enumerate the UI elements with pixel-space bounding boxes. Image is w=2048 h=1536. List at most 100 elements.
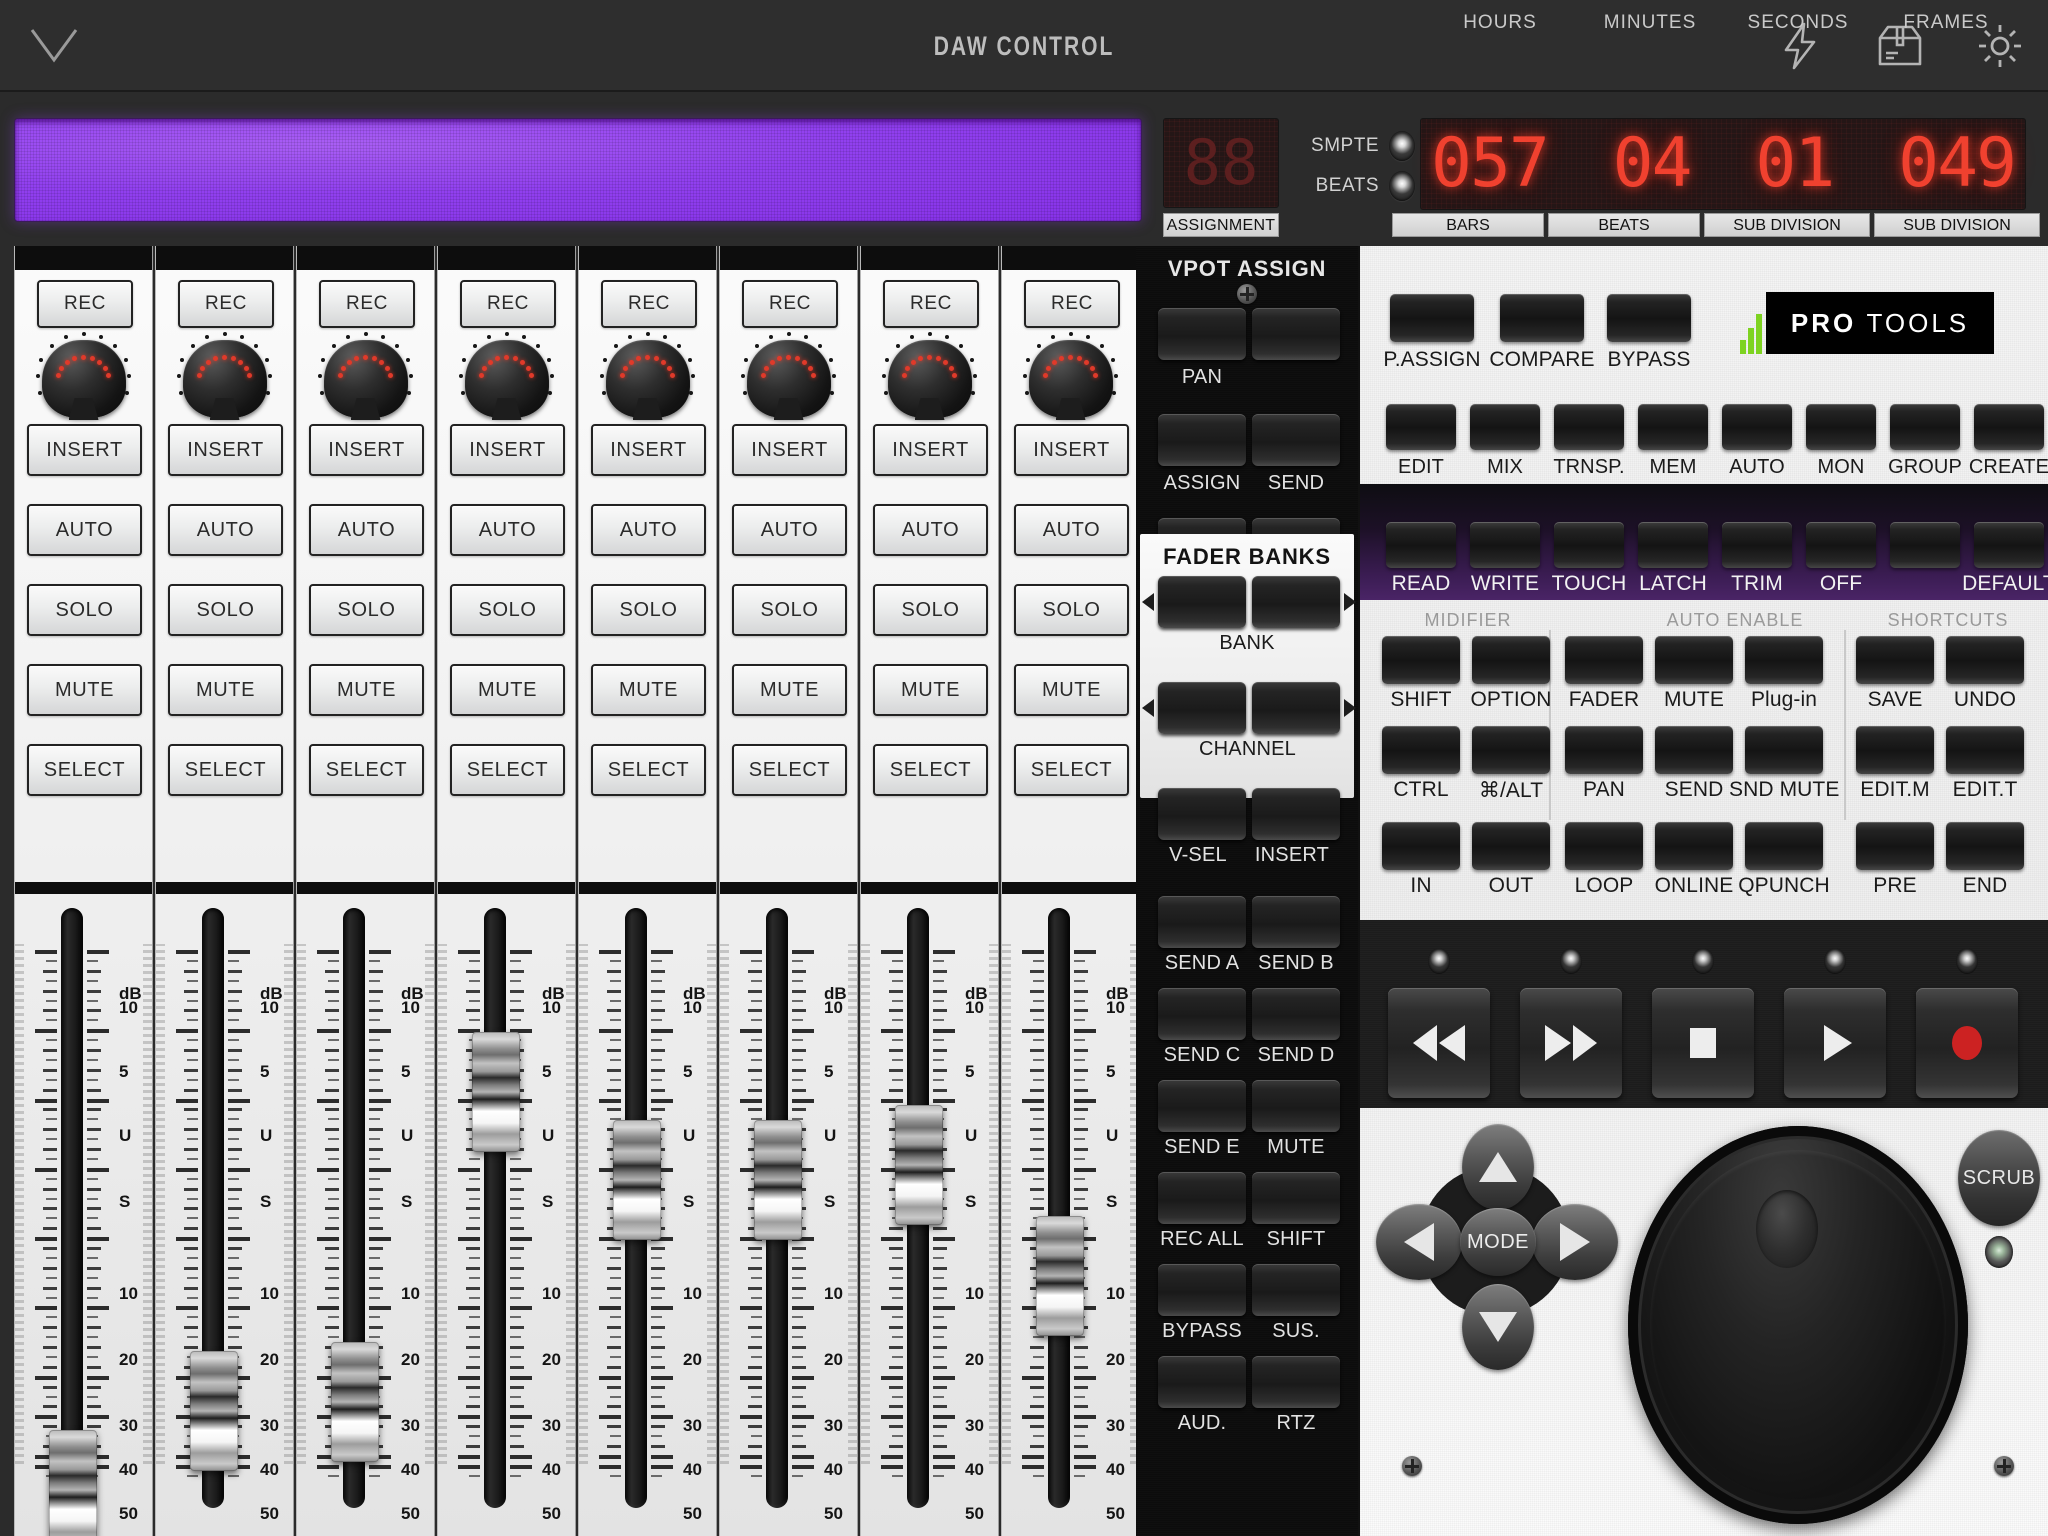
grid-r1-button-5[interactable] <box>1745 636 1823 684</box>
insert-button-2[interactable]: INSERT <box>168 424 283 476</box>
insert-button-3[interactable]: INSERT <box>309 424 424 476</box>
grid-r2-button-1[interactable] <box>1382 726 1460 774</box>
record-button[interactable] <box>1916 988 2018 1098</box>
select-button-2[interactable]: SELECT <box>168 744 283 796</box>
solo-button-5[interactable]: SOLO <box>591 584 706 636</box>
grid-r3-button-6[interactable] <box>1856 822 1934 870</box>
rec-button-3[interactable]: REC <box>319 280 415 328</box>
arrow-left-icon-bank[interactable] <box>1142 593 1154 611</box>
fader-handle-3[interactable] <box>331 1342 379 1462</box>
send-panel-button-1[interactable] <box>1158 896 1246 948</box>
v-pot-4[interactable] <box>457 336 557 422</box>
select-button-1[interactable]: SELECT <box>27 744 142 796</box>
scrub-button[interactable]: SCRUB <box>1958 1130 2040 1226</box>
mode-row-button-2[interactable] <box>1470 404 1540 450</box>
automation-button-5[interactable] <box>1722 522 1792 568</box>
rec-button-8[interactable]: REC <box>1024 280 1120 328</box>
fader-bank-bank-right-button[interactable] <box>1252 576 1340 628</box>
fader-track-1[interactable] <box>61 908 83 1508</box>
grid-r1-button-6[interactable] <box>1856 636 1934 684</box>
nav-right-button[interactable] <box>1532 1204 1618 1280</box>
auto-button-4[interactable]: AUTO <box>450 504 565 556</box>
send-panel-button-9[interactable] <box>1158 1264 1246 1316</box>
automation-button-3[interactable] <box>1554 522 1624 568</box>
rec-button-6[interactable]: REC <box>742 280 838 328</box>
fader-bank-channel-right-button[interactable] <box>1252 682 1340 734</box>
mute-button-1[interactable]: MUTE <box>27 664 142 716</box>
send-panel-button-6[interactable] <box>1252 1080 1340 1132</box>
grid-r2-button-4[interactable] <box>1655 726 1733 774</box>
v-sel-button[interactable] <box>1158 788 1246 840</box>
mute-button-3[interactable]: MUTE <box>309 664 424 716</box>
stop-button[interactable] <box>1652 988 1754 1098</box>
scribble-strip-display[interactable] <box>14 118 1142 222</box>
top-button-2[interactable] <box>1500 294 1584 342</box>
select-button-3[interactable]: SELECT <box>309 744 424 796</box>
rec-button-2[interactable]: REC <box>178 280 274 328</box>
v-pot-8[interactable] <box>1021 336 1121 422</box>
solo-button-8[interactable]: SOLO <box>1014 584 1129 636</box>
fader-handle-2[interactable] <box>190 1351 238 1471</box>
select-button-4[interactable]: SELECT <box>450 744 565 796</box>
v-pot-6[interactable] <box>739 336 839 422</box>
play-button[interactable] <box>1784 988 1886 1098</box>
send-panel-button-5[interactable] <box>1158 1080 1246 1132</box>
vpot-button-4[interactable] <box>1252 414 1340 466</box>
fast-forward-button[interactable] <box>1520 988 1622 1098</box>
beats-mode-row[interactable]: BEATS <box>1295 166 1415 206</box>
automation-button-1[interactable] <box>1386 522 1456 568</box>
solo-button-3[interactable]: SOLO <box>309 584 424 636</box>
rec-button-1[interactable]: REC <box>37 280 133 328</box>
mode-row-button-8[interactable] <box>1974 404 2044 450</box>
nav-down-button[interactable] <box>1462 1284 1534 1370</box>
send-panel-button-4[interactable] <box>1252 988 1340 1040</box>
v-pot-1[interactable] <box>34 336 134 422</box>
insert-button-1[interactable]: INSERT <box>27 424 142 476</box>
select-button-8[interactable]: SELECT <box>1014 744 1129 796</box>
jog-wheel[interactable] <box>1628 1126 1968 1524</box>
automation-button-4[interactable] <box>1638 522 1708 568</box>
grid-r1-button-3[interactable] <box>1565 636 1643 684</box>
grid-r1-button-4[interactable] <box>1655 636 1733 684</box>
arrow-left-icon-channel[interactable] <box>1142 699 1154 717</box>
fader-handle-4[interactable] <box>472 1032 520 1152</box>
rec-button-7[interactable]: REC <box>883 280 979 328</box>
mode-button[interactable]: MODE <box>1460 1208 1536 1276</box>
select-button-7[interactable]: SELECT <box>873 744 988 796</box>
fader-track-8[interactable] <box>1048 908 1070 1508</box>
mode-row-button-6[interactable] <box>1806 404 1876 450</box>
rec-button-5[interactable]: REC <box>601 280 697 328</box>
solo-button-6[interactable]: SOLO <box>732 584 847 636</box>
automation-button-6[interactable] <box>1806 522 1876 568</box>
fader-handle-1[interactable] <box>49 1430 97 1536</box>
v-pot-2[interactable] <box>175 336 275 422</box>
solo-button-1[interactable]: SOLO <box>27 584 142 636</box>
grid-r1-button-7[interactable] <box>1946 636 2024 684</box>
smpte-mode-row[interactable]: SMPTE <box>1295 126 1415 166</box>
insert-button-6[interactable]: INSERT <box>732 424 847 476</box>
mode-row-button-1[interactable] <box>1386 404 1456 450</box>
grid-r2-button-5[interactable] <box>1745 726 1823 774</box>
select-button-5[interactable]: SELECT <box>591 744 706 796</box>
vpot-button-2[interactable] <box>1252 308 1340 360</box>
send-panel-button-3[interactable] <box>1158 988 1246 1040</box>
solo-button-7[interactable]: SOLO <box>873 584 988 636</box>
auto-button-2[interactable]: AUTO <box>168 504 283 556</box>
mute-button-2[interactable]: MUTE <box>168 664 283 716</box>
insert-button-7[interactable]: INSERT <box>873 424 988 476</box>
grid-r1-button-1[interactable] <box>1382 636 1460 684</box>
arrow-right-icon-bank[interactable] <box>1344 593 1356 611</box>
nav-left-button[interactable] <box>1376 1204 1462 1280</box>
auto-button-5[interactable]: AUTO <box>591 504 706 556</box>
v-pot-5[interactable] <box>598 336 698 422</box>
grid-r3-button-3[interactable] <box>1565 822 1643 870</box>
grid-r3-button-7[interactable] <box>1946 822 2024 870</box>
send-panel-button-2[interactable] <box>1252 896 1340 948</box>
auto-button-3[interactable]: AUTO <box>309 504 424 556</box>
top-button-1[interactable] <box>1390 294 1474 342</box>
fader-handle-5[interactable] <box>613 1120 661 1240</box>
mute-button-5[interactable]: MUTE <box>591 664 706 716</box>
fader-bank-bank-left-button[interactable] <box>1158 576 1246 628</box>
rec-button-4[interactable]: REC <box>460 280 556 328</box>
solo-button-4[interactable]: SOLO <box>450 584 565 636</box>
